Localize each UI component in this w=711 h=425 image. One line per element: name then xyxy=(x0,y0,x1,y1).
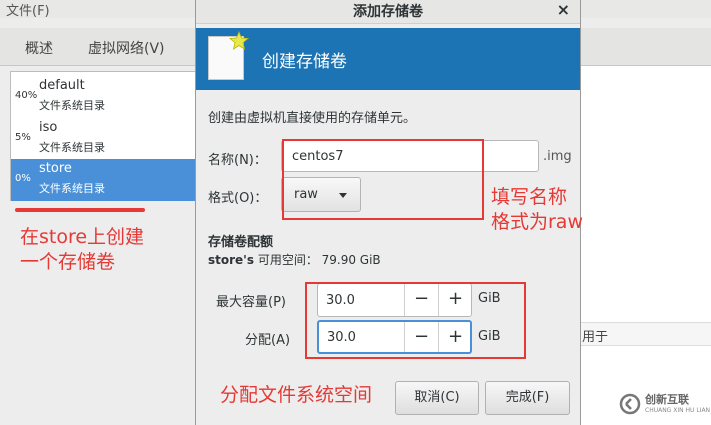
name-label: 名称(N)： xyxy=(208,153,267,168)
volume-header-row: 用于 xyxy=(580,322,711,346)
pool-usage: 5% xyxy=(15,132,31,143)
annotation-underline xyxy=(15,208,145,212)
allocation-label: 分配(A) xyxy=(245,333,291,348)
watermark-logo-icon xyxy=(619,393,641,415)
tab-virtual-network[interactable]: 虚拟网络(V) xyxy=(88,38,165,58)
pool-name: default xyxy=(39,78,85,93)
tab-overview[interactable]: 概述 xyxy=(25,38,53,58)
close-icon[interactable]: × xyxy=(557,0,570,19)
finish-button[interactable]: 完成(F) xyxy=(485,381,570,415)
annotation-line-1: 填写名称 xyxy=(491,186,568,208)
name-suffix: .img xyxy=(543,149,572,164)
annotation-line-1: 在store上创建 xyxy=(20,226,145,248)
storage-pool-list: 40% default 文件系统目录 5% iso 文件系统目录 0% stor… xyxy=(10,71,200,201)
pool-type: 文件系统目录 xyxy=(39,99,105,112)
annotation-line-2: 一个存储卷 xyxy=(20,251,116,273)
banner-title: 创建存储卷 xyxy=(262,52,347,72)
annotation-box-capacity xyxy=(305,282,526,359)
pool-name: iso xyxy=(39,120,58,135)
cancel-button[interactable]: 取消(C) xyxy=(395,381,479,415)
available-space: store's 可用空间： 79.90 GiB xyxy=(208,251,381,268)
pool-name: store xyxy=(39,161,72,176)
dialog-banner: 创建存储卷 xyxy=(196,28,580,90)
pool-usage: 40% xyxy=(15,90,38,101)
menu-file[interactable]: 文件(F) xyxy=(6,0,50,19)
dialog-title: 添加存储卷 xyxy=(353,4,423,20)
pool-item-iso[interactable]: 5% iso 文件系统目录 xyxy=(11,118,199,160)
new-volume-icon xyxy=(208,31,249,80)
watermark: 创新互联 CHUANG XIN HU LIAN xyxy=(613,385,711,425)
max-capacity-label: 最大容量(P) xyxy=(216,295,286,310)
volume-header-used-by: 用于 xyxy=(582,330,609,345)
pool-type: 文件系统目录 xyxy=(39,182,105,195)
available-space-text: 可用空间： 79.90 GiB xyxy=(254,253,381,267)
watermark-subtext: CHUANG XIN HU LIAN xyxy=(645,407,711,414)
quota-section-title: 存储卷配额 xyxy=(208,235,274,250)
available-pool-name: store's xyxy=(208,253,254,267)
annotation-name-format: 填写名称 格式为raw xyxy=(491,185,583,235)
annotation-box-name-format xyxy=(282,139,484,220)
pool-type: 文件系统目录 xyxy=(39,141,105,154)
dialog-description: 创建由虚拟机直接使用的存储单元。 xyxy=(208,111,417,126)
annotation-create-volume: 在store上创建 一个存储卷 xyxy=(20,225,144,275)
annotation-line-2: 格式为raw xyxy=(491,211,583,233)
format-label: 格式(O)： xyxy=(208,191,268,206)
dialog-titlebar[interactable]: 添加存储卷 × xyxy=(196,0,580,24)
volume-pane: 用于 xyxy=(580,66,711,425)
pool-item-default[interactable]: 40% default 文件系统目录 xyxy=(11,76,199,118)
watermark-text: 创新互联 xyxy=(645,393,689,406)
pool-item-store[interactable]: 0% store 文件系统目录 xyxy=(11,159,199,201)
pool-usage: 0% xyxy=(15,173,31,184)
annotation-allocate-space: 分配文件系统空间 xyxy=(220,384,373,406)
